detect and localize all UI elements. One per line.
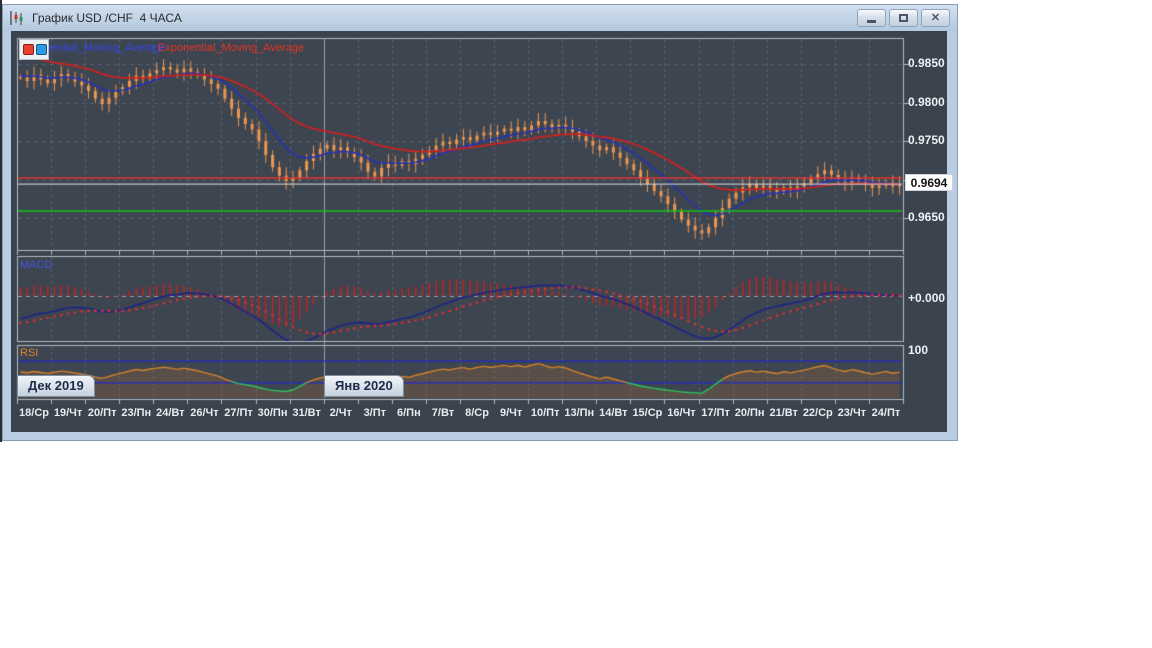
month-button-dec-2019[interactable]: Дек 2019	[17, 375, 95, 397]
restore-icon	[899, 14, 908, 22]
date-label: 24/Пт	[866, 407, 906, 419]
close-icon: ✕	[931, 13, 940, 24]
macd-zero-axis-label: +0.000	[908, 291, 945, 305]
rsi-top-axis-label: 100	[908, 343, 928, 357]
minimize-icon	[867, 20, 876, 23]
close-button[interactable]: ✕	[921, 9, 950, 27]
window-title: График USD /CHF 4 ЧАСА	[32, 11, 182, 25]
indicator-toggle-box	[19, 39, 49, 60]
window-controls: ✕	[854, 9, 950, 27]
chart-canvas[interactable]	[0, 0, 958, 441]
ema-fast-toggle-swatch[interactable]	[36, 44, 47, 55]
restore-button[interactable]	[889, 9, 918, 27]
current-price-badge: 0.9694	[905, 174, 953, 191]
candlestick-chart-icon	[9, 10, 27, 26]
ema-slow-legend-label: Exponential_Moving_Average	[158, 42, 304, 54]
macd-panel-label: MACD	[20, 259, 52, 271]
price-tick-label: 0.9850	[908, 56, 945, 70]
month-button-jan-2020[interactable]: Янв 2020	[324, 375, 404, 397]
rsi-panel-label: RSI	[20, 347, 38, 359]
titlebar[interactable]: График USD /CHF 4 ЧАСА ✕	[3, 5, 957, 31]
price-tick-label: 0.9650	[908, 210, 945, 224]
price-tick-label: 0.9800	[908, 95, 945, 109]
desktop: График USD /CHF 4 ЧАСА ✕ Exponential_Mov…	[0, 0, 1152, 648]
price-tick-label: 0.9750	[908, 133, 945, 147]
ema-slow-toggle-swatch[interactable]	[23, 44, 34, 55]
minimize-button[interactable]	[857, 9, 886, 27]
